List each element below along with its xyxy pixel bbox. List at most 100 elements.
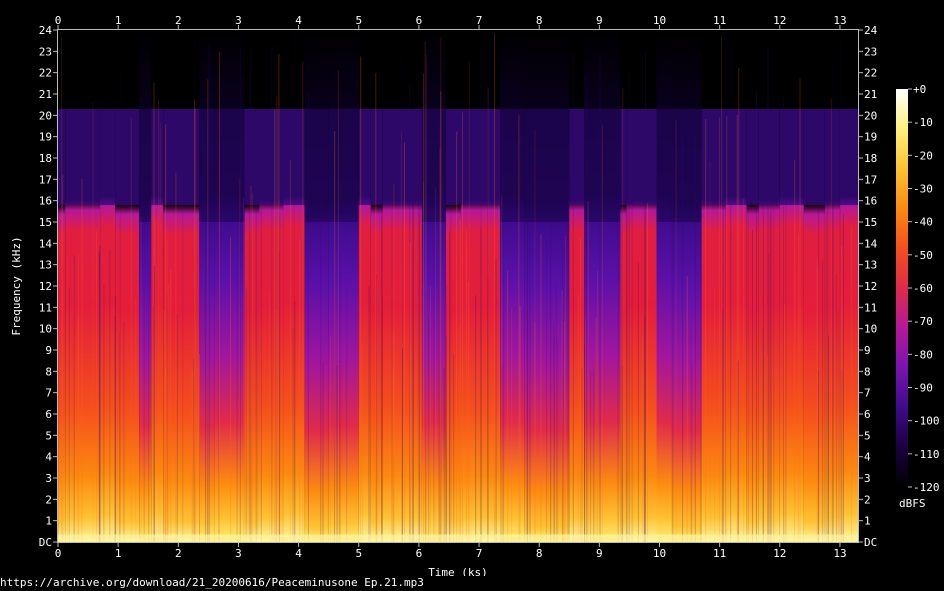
spectrogram-streak [529,231,531,542]
y-tick-label: 19 [864,131,877,144]
spectrogram-streak [714,288,716,542]
x-tick-label: 0 [55,14,62,27]
spectrogram-streak [468,62,470,542]
spectrogram-streak [256,206,258,542]
spectrogram-streak [832,160,834,542]
spectrogram-segment [626,30,657,542]
spectrogram-streak [561,290,563,542]
spectrogram-streak [130,117,132,542]
spectrogram-hf-band [65,108,101,205]
y-tick-label: 8 [864,365,871,378]
spectrogram-streak [140,216,142,542]
spectrogram-streak [73,255,75,542]
spectrogram-streak [245,287,247,542]
spectrogram-streak [756,90,757,542]
spectrogram-streak [194,108,196,542]
spectrogram-streak [830,98,832,542]
spectrogram-streak [637,262,639,542]
spectrogram-streak [841,246,843,542]
x-tick-label: 6 [416,547,423,560]
spectrogram-streak [77,253,79,542]
y-tick-label: 22 [864,67,877,80]
y-tick-label: 21 [39,88,52,101]
spectrogram-hf-band [626,108,657,205]
spectrogram-streak [443,368,445,542]
spectrogram-chart: 0 1 2 3 4 5 6 7 8 9 10 11 12 13 0 1 2 3 4 5 6 7 8 9 10 11 12 13 DC… [10,14,940,576]
spectrogram-streak [449,231,450,542]
spectrogram-streak [218,51,220,542]
spectrogram-streak [691,363,693,542]
spectrogram-streak [163,309,165,542]
y-tick-label: 9 [864,344,871,357]
spectrogram-streak [123,322,125,542]
y-tick-label: 6 [864,408,871,421]
spectrogram-streak [709,161,711,542]
spectrogram-streak [61,37,62,542]
colorbar-tick-label: -20 [913,149,933,162]
spectrogram-streak [381,187,382,542]
spectrogram-streak [114,295,116,542]
spectrogram-streak [368,286,370,542]
spectrogram-streak [690,324,692,542]
x-tick-label: 9 [596,547,603,560]
spectrogram-streak [718,117,720,542]
x-tick-label: 11 [713,14,726,27]
spectrogram-streak [487,83,489,542]
y-tick-label: 16 [864,195,877,208]
spectrogram-streak [675,120,677,542]
spectrogram-streak [375,72,377,542]
spectrogram-streak [540,234,542,542]
spectrogram-streak [585,318,587,542]
spectrogram-streak [458,325,460,542]
spectrogram-streak [581,368,583,542]
spectrogram-streak [410,345,412,542]
spectrogram-streak [302,61,304,542]
y-tick-label: DC [39,536,52,549]
spectrogram-streak [248,69,250,542]
spectrogram-streak [168,283,169,542]
spectrogram-streak [322,361,324,542]
x-tick-label: 12 [773,547,786,560]
spectrogram-streak [737,360,739,542]
y-tick-label: 20 [864,109,877,122]
spectrogram-streak [153,265,155,542]
spectrogram-streak [700,230,702,542]
spectrogram-streak [299,239,301,542]
y-tick-label: 21 [864,88,877,101]
spectrogram-streak [617,110,619,542]
spectrogram-streak [307,92,309,542]
y-tick-label: 14 [39,237,53,250]
y-tick-label: 11 [39,301,52,314]
x-tick-label: 11 [713,547,726,560]
spectrogram-streak [601,124,603,542]
spectrogram-streak [376,278,378,542]
spectrogram-streak [191,370,193,542]
y-tick-label: 17 [39,173,52,186]
spectrogram-streak [590,370,592,542]
spectrogram-streak [166,240,168,542]
spectrogram-segment [656,30,672,542]
y-tick-label: 22 [39,67,52,80]
spectrogram-streak [465,230,467,542]
spectrogram-streak [429,285,431,542]
x-tick-label: 1 [115,14,122,27]
spectrogram-streak [519,306,521,542]
spectrogram-streak [550,224,552,542]
spectrogram-streak [645,53,646,542]
spectrogram-hf-band [656,108,672,222]
y-tick-label: 2 [45,493,52,506]
spectrogram-hf-band [620,108,627,205]
spectrogram-streak [428,317,430,542]
colorbar-tick-label: -40 [913,216,933,229]
y-tick-label: DC [864,536,877,549]
spectrogram-streak [705,118,707,542]
spectrogram-segment [65,30,101,542]
colorbar-tick-label: -80 [913,348,933,361]
x-tick-label: 3 [235,14,242,27]
spectrogram-segment [100,30,116,542]
spectrogram-streak [346,285,348,542]
spectrogram-streak [269,290,271,542]
y-tick-label: 3 [864,472,871,485]
spectrogram-streak [736,115,738,542]
spectrogram-streak [480,49,482,542]
